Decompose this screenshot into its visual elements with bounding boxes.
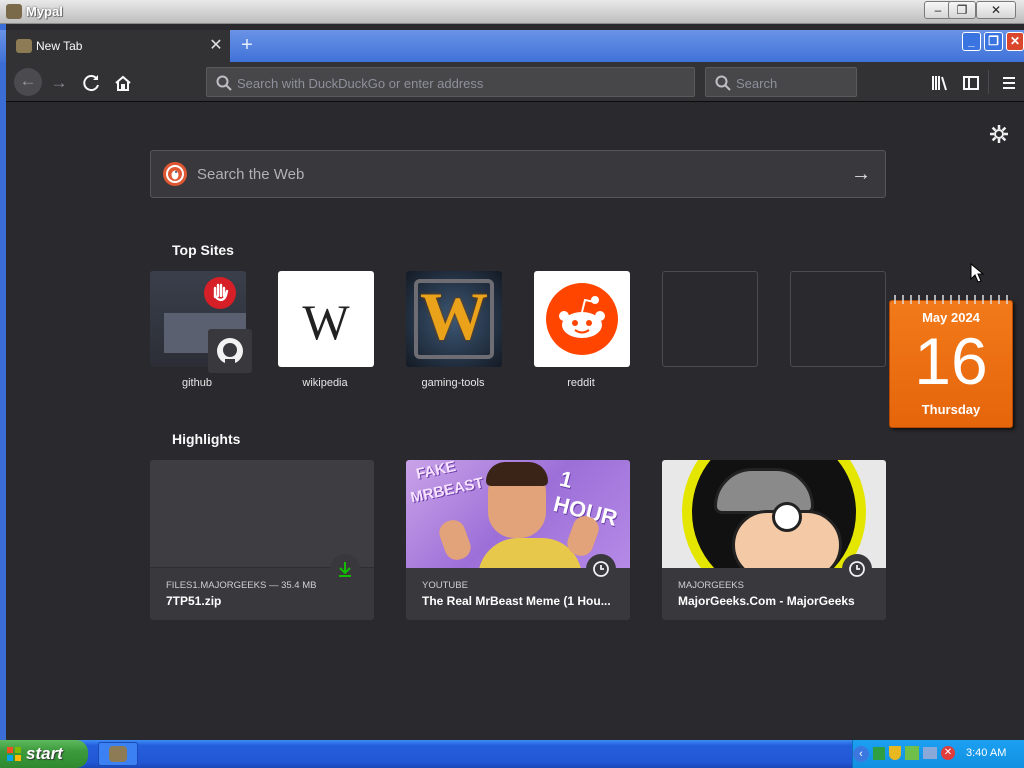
search-placeholder: Search <box>736 76 778 91</box>
library-icon <box>932 76 947 91</box>
window-title: Mypal <box>26 4 63 19</box>
calendar-rings <box>894 295 1008 304</box>
sidebar-icon <box>963 76 979 90</box>
calendar-month: May 2024 <box>922 310 980 325</box>
close-window-button[interactable]: ✕ <box>1006 32 1024 51</box>
mouse-cursor-icon <box>970 263 984 283</box>
github-icon <box>208 329 252 373</box>
tray-alert-icon[interactable]: ✕ <box>941 746 955 760</box>
tab-favicon-icon <box>16 39 32 53</box>
tray-expand-icon[interactable]: ‹ <box>853 746 869 762</box>
forward-button[interactable]: → <box>46 70 72 96</box>
tray-monitor-icon[interactable] <box>923 747 937 759</box>
mypal-icon <box>109 746 127 762</box>
reload-button[interactable] <box>78 70 104 96</box>
top-site-gaming-tools[interactable]: W <box>406 271 502 367</box>
os-title-bar: Mypal – ❐ ✕ <box>0 0 1024 24</box>
warcraft-logo: W <box>420 278 488 354</box>
back-button[interactable]: ← <box>14 68 42 96</box>
highlight-card[interactable]: FAKE MRBEAST 1 HOUR YOUTUBE The Real MrB… <box>406 460 630 620</box>
nav-bar: ← → Search with DuckDuckGo or enter addr… <box>6 62 1024 102</box>
gear-icon[interactable] <box>988 123 1010 145</box>
top-site-empty[interactable] <box>790 271 886 367</box>
highlight-title: The Real MrBeast Meme (1 Hou... <box>422 594 611 608</box>
tray-app-icon[interactable] <box>905 746 919 760</box>
hamburger-menu-icon <box>1003 77 1015 89</box>
top-sites-heading: Top Sites <box>172 242 234 258</box>
top-site-label: gaming-tools <box>421 377 485 389</box>
clock-icon <box>842 554 872 584</box>
app-icon <box>6 4 22 19</box>
url-bar[interactable]: Search with DuckDuckGo or enter address <box>206 67 695 97</box>
reddit-icon <box>546 283 618 355</box>
taskbar-app-mypal[interactable] <box>98 742 138 766</box>
os-restore-button[interactable]: ❐ <box>948 1 976 19</box>
close-tab-icon[interactable]: ✕ <box>206 36 226 56</box>
home-button[interactable] <box>110 70 136 96</box>
tab-title: New Tab <box>36 39 83 53</box>
calendar-day: 16 <box>914 324 988 398</box>
new-tab-button[interactable]: + <box>236 34 258 56</box>
top-site-label: wikipedia <box>302 377 348 389</box>
maximize-button[interactable]: ❐ <box>984 32 1003 51</box>
start-button[interactable]: start <box>0 740 88 768</box>
reload-icon <box>83 75 99 92</box>
web-search-placeholder: Search the Web <box>197 166 305 183</box>
calendar-weekday: Thursday <box>921 402 981 417</box>
highlight-source: FILES1.MAJORGEEKS — 35.4 MB <box>166 580 317 591</box>
highlight-source: YOUTUBE <box>422 580 468 591</box>
tray-shield-icon[interactable] <box>889 746 901 760</box>
os-close-button[interactable]: ✕ <box>976 1 1016 19</box>
start-label: start <box>26 744 63 763</box>
tab-new-tab[interactable]: New Tab ✕ <box>6 30 230 62</box>
home-icon <box>115 75 131 91</box>
top-site-label: github <box>182 377 212 389</box>
highlight-card[interactable]: FILES1.MAJORGEEKS — 35.4 MB 7TP51.zip <box>150 460 374 620</box>
top-site-label: reddit <box>567 377 595 389</box>
highlight-title: 7TP51.zip <box>166 594 222 608</box>
sidebar-button[interactable] <box>958 70 984 96</box>
top-site-wikipedia[interactable]: W <box>278 271 374 367</box>
highlight-title: MajorGeeks.Com - MajorGeeks <box>678 594 855 608</box>
toolbar-divider <box>988 70 989 94</box>
arrow-right-icon[interactable]: → <box>851 163 873 185</box>
web-search-box[interactable]: Search the Web → <box>150 150 886 198</box>
highlight-thumbnail <box>662 460 886 568</box>
highlights-heading: Highlights <box>172 431 241 447</box>
menu-button[interactable] <box>996 70 1022 96</box>
calendar-gadget[interactable]: May 2024 16 Thursday <box>889 292 1013 428</box>
url-placeholder: Search with DuckDuckGo or enter address <box>237 76 484 91</box>
clock-icon <box>586 554 616 584</box>
thumb-caption: FAKE <box>414 460 458 483</box>
hand-stop-icon <box>204 277 236 309</box>
top-site-empty[interactable] <box>662 271 758 367</box>
tab-strip: New Tab ✕ + _ ❐ ✕ <box>0 30 1024 62</box>
taskbar-clock: 3:40 AM <box>966 747 1007 759</box>
minimize-button[interactable]: _ <box>962 32 981 51</box>
tray-network-icon[interactable] <box>873 747 885 760</box>
wikipedia-logo: W <box>302 294 350 350</box>
download-icon <box>330 554 360 584</box>
windows-logo-icon <box>7 747 21 761</box>
search-icon <box>715 75 731 91</box>
highlight-source: MAJORGEEKS <box>678 580 744 591</box>
highlight-card[interactable]: MAJORGEEKS MajorGeeks.Com - MajorGeeks <box>662 460 886 620</box>
library-button[interactable] <box>927 70 953 96</box>
highlight-thumbnail: FAKE MRBEAST 1 HOUR <box>406 460 630 568</box>
top-site-reddit[interactable] <box>534 271 630 367</box>
search-bar[interactable]: Search <box>705 67 857 97</box>
duckduckgo-icon <box>163 162 187 186</box>
highlight-thumbnail <box>150 460 374 568</box>
search-icon <box>216 75 232 91</box>
